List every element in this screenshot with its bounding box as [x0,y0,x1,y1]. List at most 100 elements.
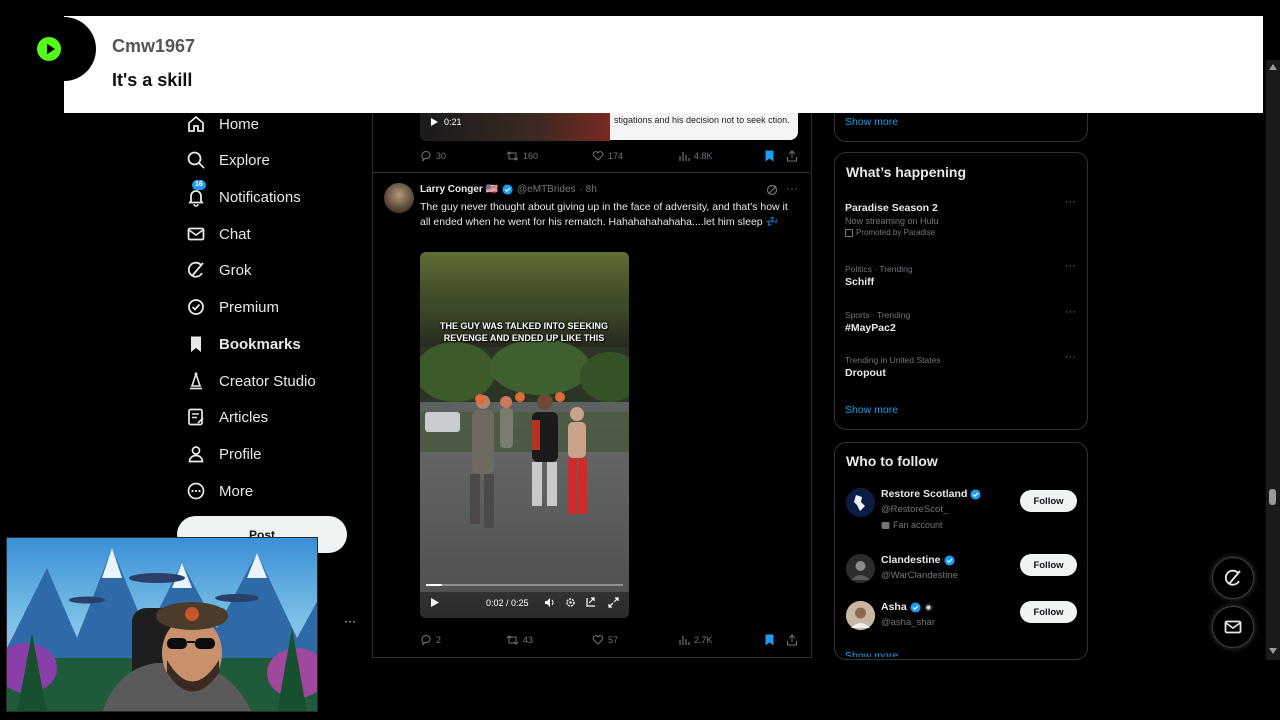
person-icon [186,444,206,464]
sidebar-item-notifications[interactable]: 16 Notifications [186,180,301,210]
sidebar-item-more[interactable]: More [186,478,253,504]
sidebar-item-label: Profile [219,445,262,463]
show-more-link[interactable]: Show more [845,116,898,128]
home-icon [186,114,206,134]
previous-post-link-card[interactable]: stigations and his decision not to seek … [610,113,798,140]
trend-title: Dropout [845,367,886,379]
reply-button[interactable]: 30 [420,150,446,162]
avatar[interactable] [846,488,875,517]
trend-item[interactable]: Sports · Trending #MayPac2 ··· [845,306,1080,334]
author-name[interactable]: Larry Conger 🇺🇸 [420,184,498,195]
sidebar-item-profile[interactable]: Profile [186,441,262,467]
previous-post-video[interactable]: 0:21 [420,113,610,141]
like-count: 57 [608,635,619,645]
follow-suggestion[interactable]: Asha @asha_shar Follow [846,601,1078,637]
more-options-icon[interactable]: ··· [786,181,798,195]
sidebar-item-chat[interactable]: Chat [186,221,251,247]
follow-name: Asha [881,601,907,613]
trend-item[interactable]: Trending in United States Dropout ··· [845,351,1080,379]
settings-gear-icon[interactable] [565,597,576,608]
video-time: 0:02 / 0:25 [486,598,529,608]
follow-button[interactable]: Follow [1020,601,1077,623]
post-video[interactable]: THE GUY WAS TALKED INTO SEEKING REVENGE … [420,252,629,618]
sidebar-item-label: Grok [219,261,252,279]
follow-suggestion[interactable]: Restore Scotland @RestoreScot_ Fan accou… [846,488,1078,530]
scroll-down-arrow-icon[interactable] [1269,648,1277,654]
trend-subtitle: Now streaming on Hulu [845,216,939,226]
sidebar-item-home[interactable]: Home [186,111,259,137]
section-title: What’s happening [846,164,967,180]
verified-badge-icon [502,184,513,195]
more-options-icon[interactable]: ··· [1065,351,1076,363]
repost-icon [506,634,519,646]
scrollbar[interactable] [1266,60,1280,660]
sidebar-item-articles[interactable]: Articles [186,404,268,430]
bookmark-filled-icon [764,150,775,162]
bookmark-button[interactable] [764,150,775,162]
avatar[interactable] [846,554,875,583]
share-button[interactable] [786,150,798,162]
sidebar-item-explore[interactable]: Explore [186,147,270,173]
trend-item[interactable]: Politics · Trending Schiff ··· [845,260,1080,288]
heart-icon [592,634,604,646]
views-button[interactable]: 4.8K [678,150,713,162]
scroll-up-arrow-icon[interactable] [1269,64,1277,70]
section-title: Who to follow [846,453,938,469]
previous-post-actions: 30 160 174 4.8K [420,150,800,164]
author-handle[interactable]: @eMTBrides [517,184,576,195]
sidebar-item-label: Notifications [219,188,301,206]
show-more-link[interactable]: Show more [845,404,898,416]
sidebar-item-bookmarks[interactable]: Bookmarks [186,331,301,357]
sidebar-item-creator-studio[interactable]: Creator Studio [186,368,316,394]
grok-floating-button[interactable] [1212,557,1254,599]
sidebar-item-label: Articles [219,408,269,426]
reply-count: 30 [436,151,447,161]
notification-count-badge: 16 [192,180,206,190]
webcam-scene [7,538,317,711]
grok-icon [186,260,206,280]
sidebar-item-grok[interactable]: Grok [186,257,252,283]
like-button[interactable]: 174 [592,150,623,162]
grok-post-icon[interactable] [766,184,778,196]
avatar[interactable] [846,601,875,630]
play-icon[interactable] [430,117,439,127]
post-time[interactable]: · 8h [580,184,597,195]
bookmark-button[interactable] [764,634,775,646]
reply-count: 2 [436,635,442,645]
more-options-icon[interactable]: ··· [344,614,356,628]
views-button[interactable]: 2.7K [678,634,713,646]
more-options-icon[interactable]: ··· [1065,196,1076,208]
like-button[interactable]: 57 [592,634,618,646]
scrollbar-thumb[interactable] [1269,489,1276,505]
fan-account-icon [881,521,890,530]
verified-badge-icon [970,488,981,500]
more-options-icon[interactable]: ··· [1065,306,1076,318]
share-button[interactable] [786,634,798,646]
video-frame [420,252,629,618]
play-icon[interactable] [430,597,440,608]
more-options-icon[interactable]: ··· [1065,260,1076,272]
sidebar-item-label: Creator Studio [219,372,316,390]
volume-icon[interactable] [544,597,556,608]
repost-button[interactable]: 160 [506,150,538,162]
trend-item[interactable]: Paradise Season 2 Now streaming on Hulu … [845,196,1080,237]
picture-in-picture-icon[interactable] [585,597,596,608]
follow-handle: @RestoreScot_ [881,504,949,515]
follow-name: Clandestine [881,554,941,566]
reply-icon [420,634,432,646]
messages-floating-button[interactable] [1212,606,1254,648]
follow-button[interactable]: Follow [1020,490,1077,512]
repost-button[interactable]: 43 [506,634,533,646]
fullscreen-icon[interactable] [608,597,619,608]
reply-button[interactable]: 2 [420,634,441,646]
show-more-link[interactable]: Show more [845,650,898,657]
verified-badge-icon [186,297,206,317]
bookmark-icon [186,334,206,354]
repost-icon [506,150,519,162]
video-progress-track[interactable] [426,584,623,586]
sidebar-item-premium[interactable]: Premium [186,294,279,320]
follow-suggestion[interactable]: Clandestine @WarClandestine Follow [846,554,1078,590]
follow-button[interactable]: Follow [1020,554,1077,576]
sidebar-item-label: Home [219,115,260,133]
avatar[interactable] [384,183,414,213]
